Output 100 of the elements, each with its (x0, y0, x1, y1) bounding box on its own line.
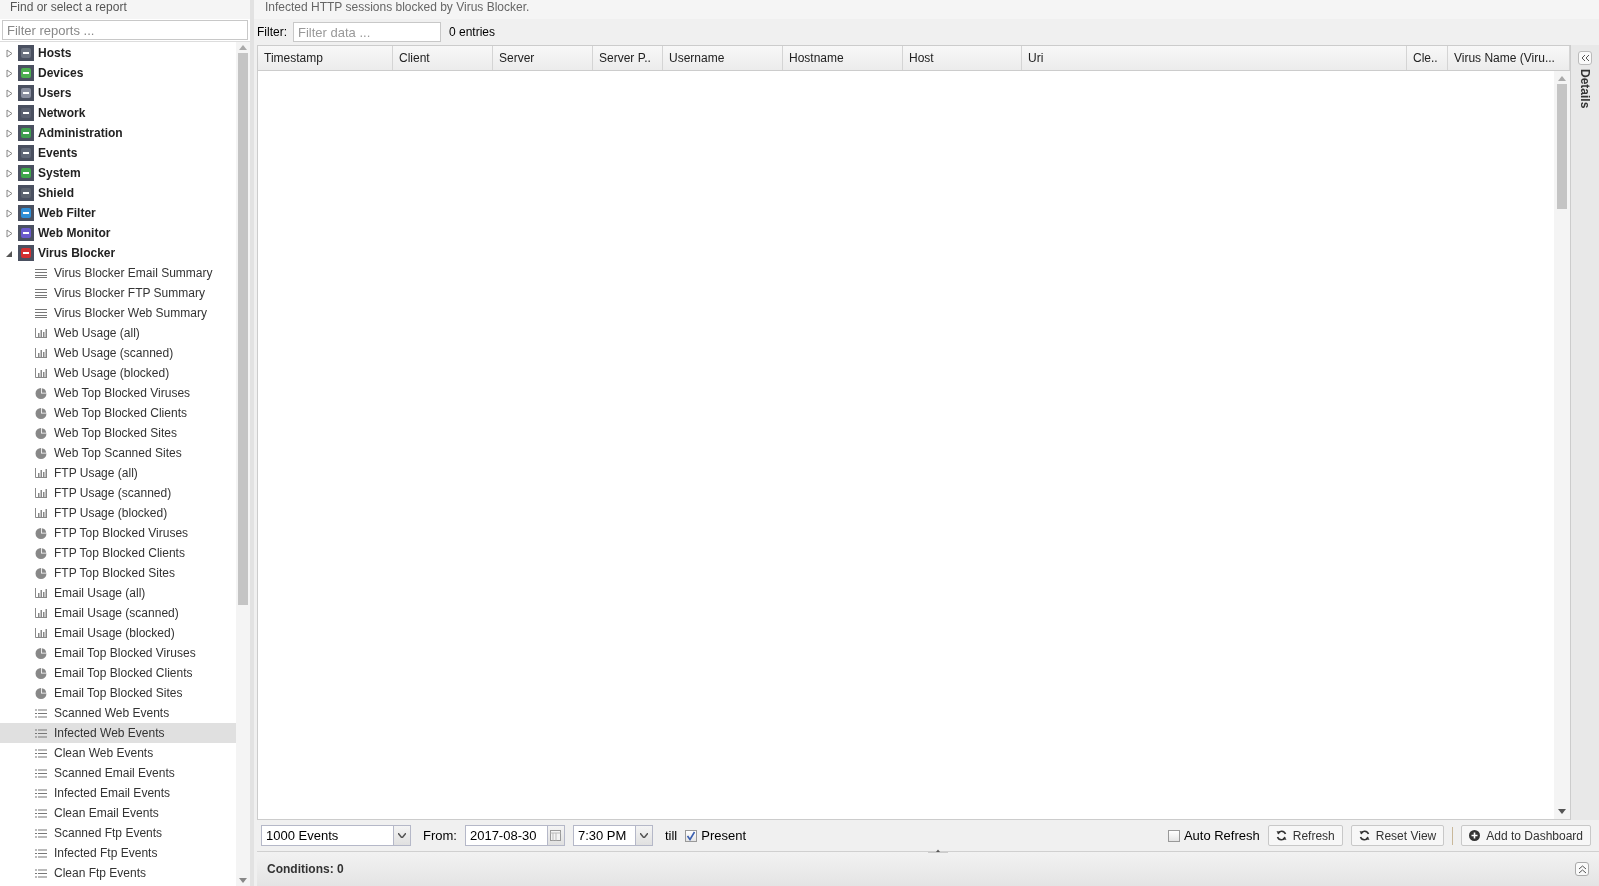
date-field[interactable]: 2017-08-30 (464, 825, 565, 846)
text-lines-icon (35, 308, 47, 318)
list-icon (35, 868, 47, 878)
tree-item[interactable]: FTP Top Blocked Clients (0, 543, 236, 563)
expand-triangle-icon[interactable] (6, 168, 13, 178)
tree-item[interactable]: Email Usage (blocked) (0, 623, 236, 643)
bar-chart-icon (35, 368, 47, 378)
expand-triangle-icon[interactable] (6, 228, 13, 238)
checkbox[interactable] (1167, 829, 1180, 842)
scroll-up-arrow-icon[interactable] (1558, 76, 1566, 81)
column-header[interactable]: Timestamp (258, 46, 393, 70)
tree-item[interactable]: FTP Usage (all) (0, 463, 236, 483)
panel-title: Find or select a report (0, 0, 250, 19)
tree-item[interactable]: Email Top Blocked Sites (0, 683, 236, 703)
column-header[interactable]: Virus Name (Viru... (1448, 46, 1570, 70)
bar-chart-icon (35, 588, 47, 598)
expand-button[interactable] (1575, 862, 1589, 876)
tree-item[interactable]: Email Top Blocked Clients (0, 663, 236, 683)
scroll-thumb[interactable] (1557, 84, 1567, 209)
tree-item[interactable]: Scanned Ftp Events (0, 823, 236, 843)
tree-category[interactable]: Users (38, 86, 72, 100)
search-field[interactable]: Filter reports ... (2, 20, 248, 40)
tree-item[interactable]: Web Usage (scanned) (0, 343, 236, 363)
tree-item[interactable]: Web Top Blocked Clients (0, 403, 236, 423)
scroll-thumb[interactable] (238, 53, 248, 605)
tree-item[interactable]: Web Top Scanned Sites (0, 443, 236, 463)
tree-category[interactable]: Events (38, 146, 78, 160)
tree-category[interactable]: Shield (38, 186, 74, 200)
tree-item[interactable]: Virus Blocker Web Summary (0, 303, 236, 323)
tree-category[interactable]: Devices (38, 66, 84, 80)
expand-triangle-icon[interactable] (6, 188, 13, 198)
pie-chart-icon (35, 567, 47, 579)
tree-category[interactable]: Network (38, 106, 86, 120)
tree-category[interactable]: Administration (38, 126, 123, 140)
tree-category[interactable]: Web Monitor (38, 226, 111, 240)
tree-item[interactable]: Virus Blocker FTP Summary (0, 283, 236, 303)
expand-triangle-icon[interactable] (6, 88, 13, 98)
details-tab[interactable]: Details (1578, 69, 1592, 109)
tree-item[interactable]: Scanned Web Events (0, 703, 236, 723)
scroll-up-arrow-icon[interactable] (239, 45, 247, 50)
toolbar-button[interactable]: Reset View (1350, 825, 1445, 846)
expand-triangle-icon[interactable] (6, 148, 13, 158)
tree-item[interactable]: Infected Web Events (0, 723, 236, 743)
tree-item[interactable]: Clean Ftp Events (0, 863, 236, 883)
filter-field[interactable]: Filter data ... (293, 22, 441, 42)
list-icon (35, 768, 47, 778)
tree-item[interactable]: FTP Top Blocked Viruses (0, 523, 236, 543)
tree-item[interactable]: Web Top Blocked Sites (0, 423, 236, 443)
tree-item[interactable]: FTP Top Blocked Sites (0, 563, 236, 583)
bar-chart-icon (35, 508, 47, 518)
scroll-down-arrow-icon[interactable] (1558, 809, 1566, 814)
column-header[interactable]: Client (393, 46, 493, 70)
splitter-handle-icon[interactable] (928, 849, 948, 853)
category-icon (18, 105, 34, 121)
column-header[interactable]: Host (903, 46, 1022, 70)
tree-item[interactable]: Clean Email Events (0, 803, 236, 823)
category-icon (18, 85, 34, 101)
toolbar-button[interactable]: Refresh (1267, 825, 1343, 846)
caret-icon (398, 833, 406, 838)
column-header[interactable]: Server P.. (593, 46, 663, 70)
tree-item[interactable]: Email Usage (scanned) (0, 603, 236, 623)
expand-triangle-icon[interactable] (6, 68, 13, 78)
events-limit-dropdown[interactable]: 1000 Events (261, 825, 411, 846)
column-header[interactable]: Cle.. (1407, 46, 1448, 70)
column-header[interactable]: Username (663, 46, 783, 70)
conditions-header[interactable]: Conditions: 0 (267, 862, 344, 876)
scrollbar[interactable] (236, 42, 250, 886)
expand-triangle-icon[interactable] (6, 108, 13, 118)
tree-category[interactable]: System (38, 166, 81, 180)
tree-item[interactable]: Email Top Blocked Viruses (0, 643, 236, 663)
tree-item[interactable]: Web Top Blocked Viruses (0, 383, 236, 403)
tree-item[interactable]: Web Usage (all) (0, 323, 236, 343)
tree-item[interactable]: FTP Usage (scanned) (0, 483, 236, 503)
pie-chart-icon (35, 527, 47, 539)
double-chevron-left-icon (1580, 54, 1590, 62)
checkbox[interactable] (685, 829, 698, 842)
expand-triangle-icon[interactable] (6, 48, 13, 58)
column-header[interactable]: Uri (1022, 46, 1407, 70)
expand-triangle-icon[interactable] (6, 208, 13, 218)
tree-item[interactable]: Email Usage (all) (0, 583, 236, 603)
tree-category[interactable]: Hosts (38, 46, 72, 60)
pie-chart-icon (35, 667, 47, 679)
tree-item[interactable]: Clean Web Events (0, 743, 236, 763)
scroll-down-arrow-icon[interactable] (239, 878, 247, 883)
tree-item[interactable]: Scanned Email Events (0, 763, 236, 783)
tree-item[interactable]: Virus Blocker Email Summary (0, 263, 236, 283)
expand-triangle-icon[interactable] (6, 128, 13, 138)
column-header[interactable]: Server (493, 46, 593, 70)
time-dropdown[interactable]: 7:30 PM (572, 825, 653, 846)
checkbox-label: Auto Refresh (1183, 828, 1260, 843)
tree-category[interactable]: Virus Blocker (38, 246, 116, 260)
column-header[interactable]: Hostname (783, 46, 903, 70)
scrollbar[interactable] (1554, 71, 1570, 819)
toolbar-button[interactable]: Add to Dashboard (1461, 825, 1591, 846)
tree-item[interactable]: Infected Ftp Events (0, 843, 236, 863)
tree-item[interactable]: Web Usage (blocked) (0, 363, 236, 383)
tree-item[interactable]: Infected Email Events (0, 783, 236, 803)
tree-item[interactable]: FTP Usage (blocked) (0, 503, 236, 523)
tree-category[interactable]: Web Filter (38, 206, 96, 220)
expand-button[interactable] (1578, 51, 1592, 65)
